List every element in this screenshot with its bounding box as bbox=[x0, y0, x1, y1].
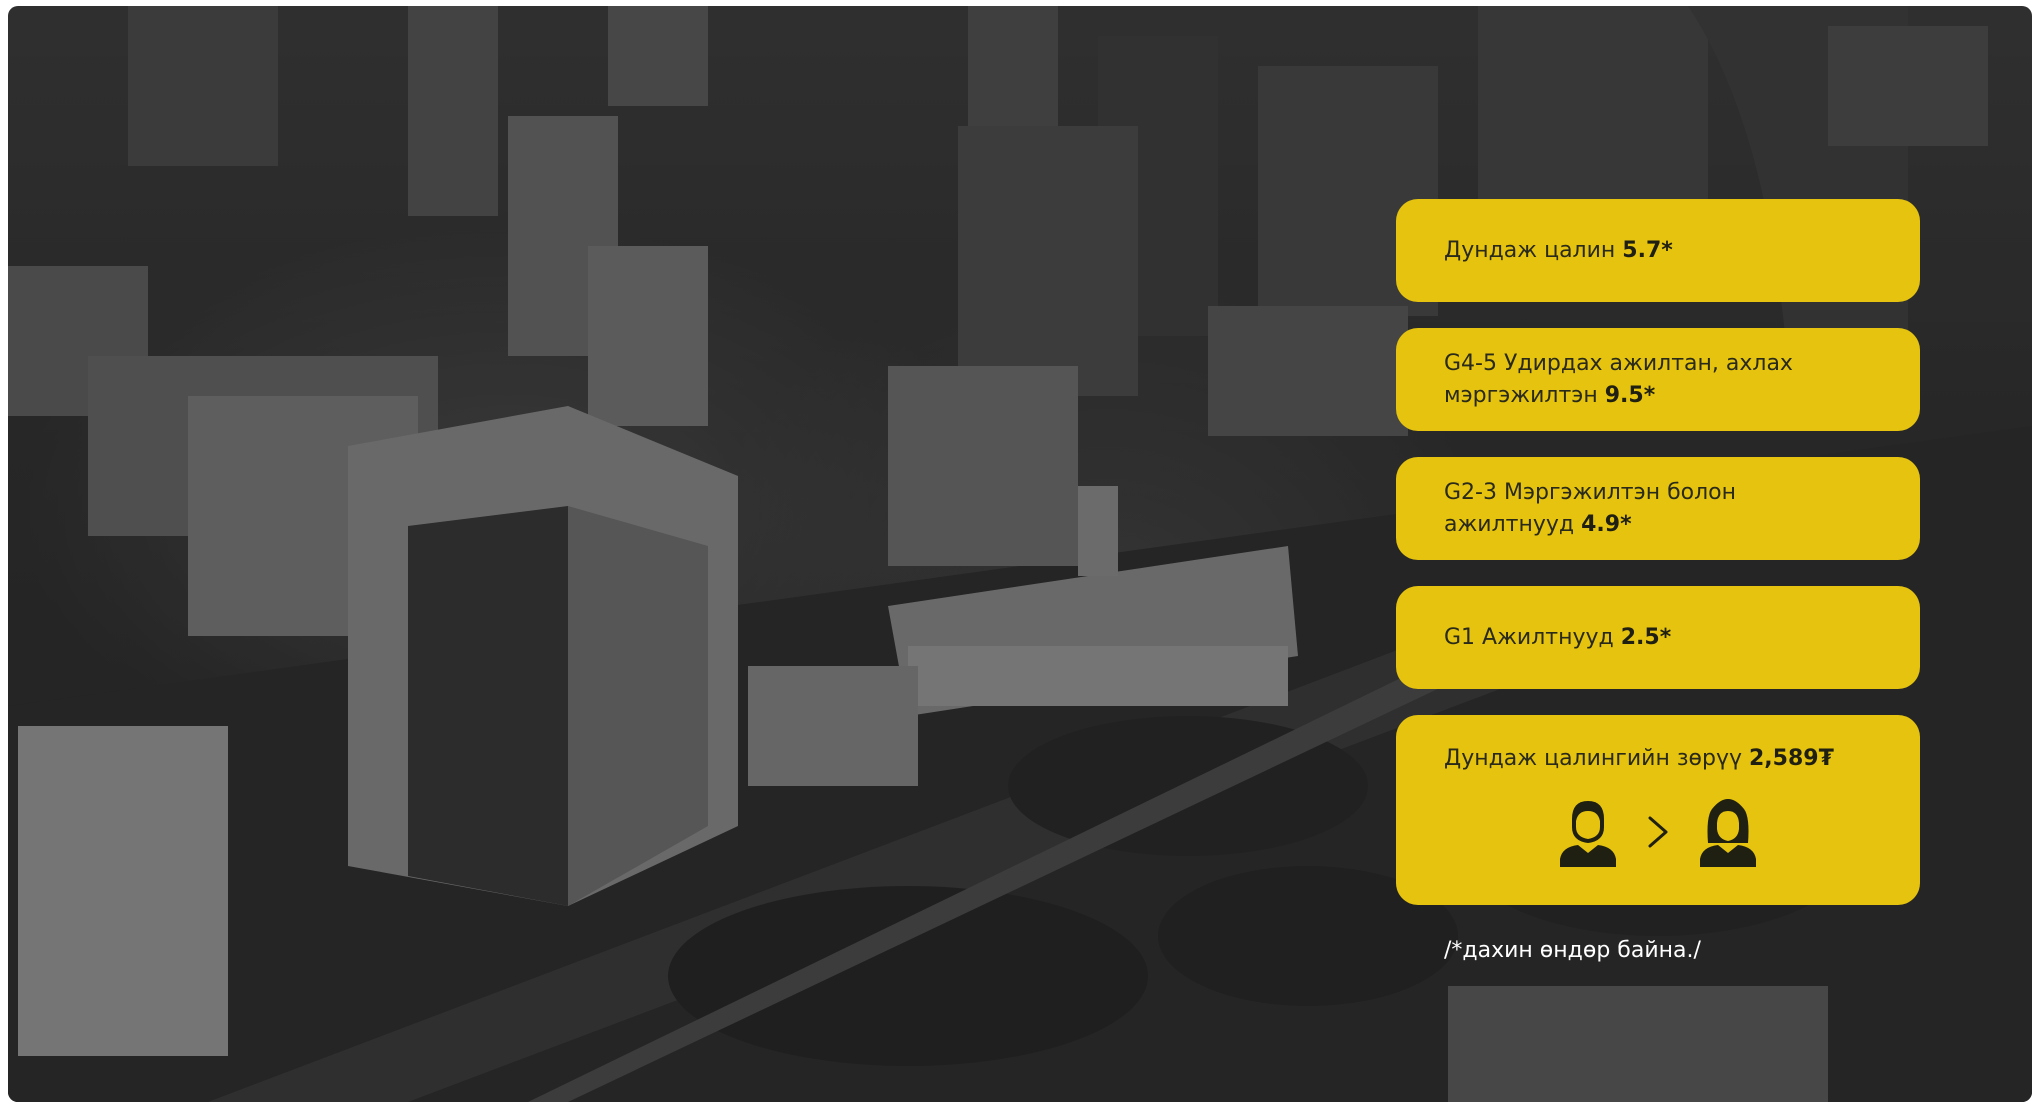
g1-label: G1 Ажилтнууд bbox=[1444, 624, 1614, 650]
salary-stats-panel: Дундаж цалин 5.7* G4-5 Удирдах ажилтан, … bbox=[1396, 199, 1920, 931]
male-person-icon bbox=[1560, 801, 1616, 867]
greater-than-icon bbox=[1648, 816, 1668, 848]
footnote: /*дахин өндөр байна./ bbox=[1444, 938, 1701, 963]
gender-gap-card: Дундаж цалингийн зөрүү 2,589₮ bbox=[1396, 715, 1920, 905]
g23-label-line1: G2-3 Мэргэжилтэн болон bbox=[1444, 479, 1737, 505]
average-salary-card: Дундаж цалин 5.7* bbox=[1396, 199, 1920, 302]
average-salary-label: Дундаж цалин bbox=[1444, 237, 1616, 263]
average-salary-value: 5.7* bbox=[1622, 237, 1673, 263]
gender-gap-label: Дундаж цалингийн зөрүү bbox=[1444, 746, 1742, 771]
g45-salary-card: G4-5 Удирдах ажилтан, ахлах мэргэжилтэн … bbox=[1396, 328, 1920, 431]
female-person-icon bbox=[1700, 799, 1756, 867]
gender-comparison bbox=[1444, 797, 1872, 867]
g23-salary-card: G2-3 Мэргэжилтэн болон ажилтнууд 4.9* bbox=[1396, 457, 1920, 560]
g1-value: 2.5* bbox=[1620, 624, 1672, 650]
g45-label-line2: мэргэжилтэн bbox=[1444, 382, 1598, 408]
g45-label-line1: G4-5 Удирдах ажилтан, ахлах bbox=[1444, 350, 1793, 376]
g23-value: 4.9* bbox=[1581, 511, 1632, 537]
gender-gap-value: 2,589₮ bbox=[1749, 746, 1834, 771]
g1-salary-card: G1 Ажилтнууд 2.5* bbox=[1396, 586, 1920, 689]
g45-value: 9.5* bbox=[1604, 382, 1656, 408]
g23-label-line2: ажилтнууд bbox=[1444, 511, 1575, 537]
